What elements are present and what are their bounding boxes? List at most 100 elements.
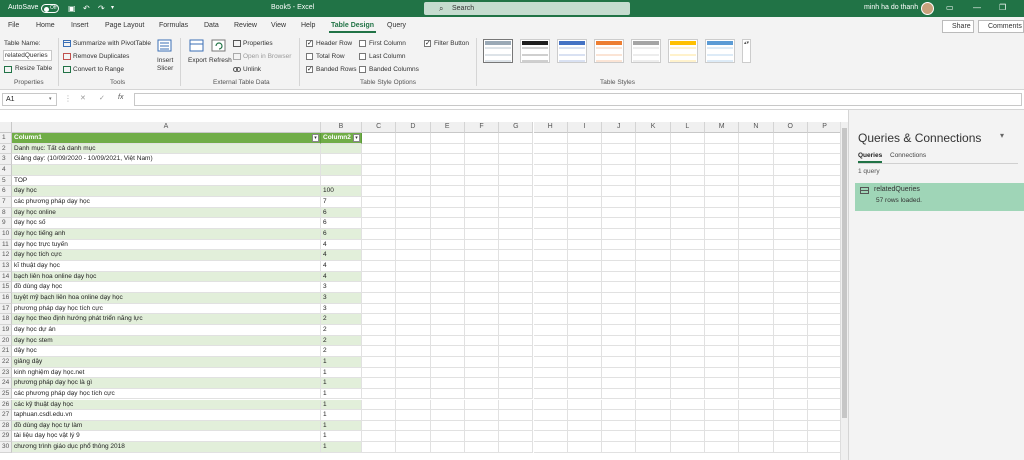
empty-cell[interactable]: [499, 218, 534, 229]
empty-cell[interactable]: [499, 143, 534, 155]
empty-cell[interactable]: [362, 410, 397, 421]
empty-cell[interactable]: [464, 143, 500, 155]
empty-cell[interactable]: [430, 378, 465, 389]
empty-cell[interactable]: [602, 303, 637, 315]
column-header-d[interactable]: D: [396, 122, 431, 133]
empty-cell[interactable]: [567, 239, 603, 251]
empty-cell[interactable]: [362, 186, 397, 197]
avatar[interactable]: [921, 2, 934, 15]
enter-icon[interactable]: ✓: [99, 94, 105, 102]
empty-cell[interactable]: [464, 271, 500, 283]
empty-cell[interactable]: [567, 303, 603, 315]
empty-cell[interactable]: [499, 133, 534, 144]
empty-cell[interactable]: [499, 260, 534, 272]
tab-table-design[interactable]: Table Design: [328, 22, 377, 33]
save-icon[interactable]: ▣: [68, 4, 76, 13]
tab-connections[interactable]: Connections: [890, 152, 926, 159]
empty-cell[interactable]: [499, 314, 534, 325]
empty-cell[interactable]: [396, 442, 431, 453]
empty-cell[interactable]: [362, 133, 397, 144]
open-in-browser-button[interactable]: Open in Browser: [243, 53, 291, 60]
table-cell[interactable]: 2: [321, 346, 362, 357]
empty-cell[interactable]: [533, 154, 568, 165]
empty-cell[interactable]: [670, 154, 705, 165]
empty-cell[interactable]: [739, 218, 774, 229]
table-cell[interactable]: các phương pháp dạy học tích cực: [12, 388, 321, 400]
empty-cell[interactable]: [739, 143, 774, 155]
row-header[interactable]: 22: [0, 356, 12, 368]
empty-cell[interactable]: [773, 356, 808, 368]
empty-cell[interactable]: [739, 271, 774, 283]
styles-more-icon[interactable]: ▴▾: [742, 39, 751, 63]
cancel-icon[interactable]: ✕: [80, 94, 86, 102]
column-header-i[interactable]: I: [567, 122, 603, 133]
empty-cell[interactable]: [464, 154, 500, 165]
empty-cell[interactable]: [567, 410, 603, 421]
empty-cell[interactable]: [773, 282, 808, 293]
empty-cell[interactable]: [739, 324, 774, 336]
empty-cell[interactable]: [430, 271, 465, 283]
empty-cell[interactable]: [430, 196, 465, 208]
empty-cell[interactable]: [705, 250, 740, 261]
empty-cell[interactable]: [464, 260, 500, 272]
table-cell[interactable]: [321, 164, 362, 176]
empty-cell[interactable]: [362, 239, 397, 251]
empty-cell[interactable]: [499, 335, 534, 347]
empty-cell[interactable]: [705, 410, 740, 421]
empty-cell[interactable]: [533, 420, 568, 432]
empty-cell[interactable]: [464, 303, 500, 315]
empty-cell[interactable]: [705, 196, 740, 208]
empty-cell[interactable]: [739, 207, 774, 219]
empty-cell[interactable]: [705, 303, 740, 315]
empty-cell[interactable]: [430, 303, 465, 315]
table-cell[interactable]: chương trình giáo dục phổ thông 2018: [12, 442, 321, 453]
empty-cell[interactable]: [567, 367, 603, 379]
empty-cell[interactable]: [430, 186, 465, 197]
empty-cell[interactable]: [773, 314, 808, 325]
empty-cell[interactable]: [362, 346, 397, 357]
row-header[interactable]: 12: [0, 250, 12, 261]
empty-cell[interactable]: [464, 356, 500, 368]
empty-cell[interactable]: [362, 207, 397, 219]
empty-cell[interactable]: [636, 218, 671, 229]
empty-cell[interactable]: [670, 239, 705, 251]
empty-cell[interactable]: [602, 196, 637, 208]
undo-icon[interactable]: ↶: [83, 4, 90, 13]
table-style-swatch[interactable]: [705, 39, 735, 63]
empty-cell[interactable]: [464, 282, 500, 293]
empty-cell[interactable]: [396, 133, 431, 144]
empty-cell[interactable]: [670, 303, 705, 315]
empty-cell[interactable]: [602, 282, 637, 293]
empty-cell[interactable]: [739, 292, 774, 304]
header-row-checkbox[interactable]: [306, 39, 313, 47]
empty-cell[interactable]: [567, 154, 603, 165]
row-header[interactable]: 29: [0, 431, 12, 443]
empty-cell[interactable]: [396, 164, 431, 176]
column-header-m[interactable]: M: [705, 122, 740, 133]
empty-cell[interactable]: [362, 143, 397, 155]
row-header[interactable]: 8: [0, 207, 12, 219]
empty-cell[interactable]: [602, 154, 637, 165]
empty-cell[interactable]: [602, 356, 637, 368]
table-cell[interactable]: các kỹ thuật dạy học: [12, 399, 321, 411]
empty-cell[interactable]: [807, 218, 843, 229]
empty-cell[interactable]: [773, 186, 808, 197]
empty-cell[interactable]: [705, 367, 740, 379]
empty-cell[interactable]: [670, 250, 705, 261]
empty-cell[interactable]: [362, 314, 397, 325]
row-header[interactable]: 28: [0, 420, 12, 432]
filter-dropdown-icon[interactable]: ▾: [353, 134, 360, 142]
row-header[interactable]: 14: [0, 271, 12, 283]
empty-cell[interactable]: [533, 356, 568, 368]
table-style-swatch[interactable]: [631, 39, 661, 63]
empty-cell[interactable]: [533, 346, 568, 357]
empty-cell[interactable]: [567, 378, 603, 389]
empty-cell[interactable]: [464, 239, 500, 251]
empty-cell[interactable]: [739, 239, 774, 251]
empty-cell[interactable]: [739, 260, 774, 272]
empty-cell[interactable]: [533, 335, 568, 347]
empty-cell[interactable]: [499, 303, 534, 315]
empty-cell[interactable]: [636, 303, 671, 315]
empty-cell[interactable]: [430, 154, 465, 165]
empty-cell[interactable]: [670, 410, 705, 421]
